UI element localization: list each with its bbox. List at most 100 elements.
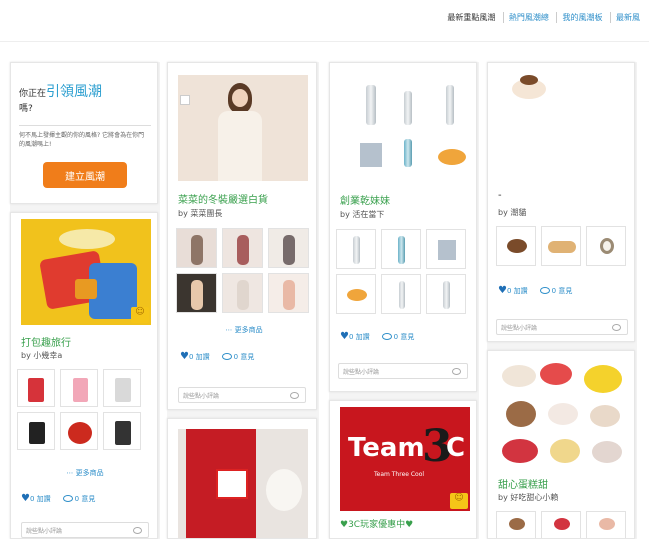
- cake-photo[interactable]: [498, 69, 628, 179]
- heart-icon[interactable]: ♥: [498, 285, 507, 296]
- product-thumb-outfit-4[interactable]: [176, 273, 217, 313]
- card-author[interactable]: by 潮貓: [498, 207, 526, 218]
- product-thumb-outfit-6[interactable]: [268, 273, 309, 313]
- fashion-model-photo[interactable]: [178, 75, 308, 181]
- product-thumbnails: [176, 228, 309, 313]
- product-thumbnails: [496, 511, 626, 538]
- like-count[interactable]: 0 加讚: [507, 287, 528, 295]
- heart-icon[interactable]: ♥: [340, 331, 349, 342]
- nav-my-trend-board[interactable]: 我的風潮板: [556, 12, 607, 23]
- divider: [19, 125, 151, 126]
- more-products-link[interactable]: ⋯ 更多商品: [210, 325, 278, 335]
- product-thumb-cake-1[interactable]: [496, 511, 536, 538]
- comment-input[interactable]: 說些點小評論: [178, 387, 306, 403]
- comment-submit-icon[interactable]: [612, 324, 621, 331]
- comment-count[interactable]: 0 意見: [552, 287, 573, 295]
- heart-icon[interactable]: ♥: [21, 493, 30, 504]
- nav-links: 最新重點風潮 熱門風潮總 我的風潮板 最新風: [442, 12, 645, 23]
- promo-highlight: 引領風潮: [46, 84, 103, 100]
- promo-question: 你正在引領風潮 嗎?: [19, 84, 103, 114]
- like-count[interactable]: 0 加讚: [189, 353, 210, 361]
- product-thumb-box[interactable]: [426, 229, 466, 269]
- card-title[interactable]: ♥3C玩家優惠中♥: [340, 517, 413, 530]
- product-thumb-cake-2[interactable]: [541, 511, 581, 538]
- comment-input[interactable]: 說些點小評論: [496, 319, 628, 335]
- product-thumb-pink-suitcase[interactable]: [60, 369, 98, 407]
- product-thumb-red-suitcase[interactable]: [17, 369, 55, 407]
- product-thumb-white-suitcase[interactable]: [103, 369, 141, 407]
- team-3c-logo-image[interactable]: Team 3 C Team Three Cool ☺: [340, 407, 470, 511]
- heart-icon[interactable]: ♥: [180, 351, 189, 362]
- column-3: 創業乾妹妹 by 活在當下 ♥0 加讚 0 意見 說些點小評論 Team 3 C …: [329, 62, 479, 539]
- nav-newest[interactable]: 最新風: [610, 12, 645, 23]
- trend-card-accessories[interactable]: - by 潮貓 ♥0 加讚 0 意見 說些點小評論: [487, 62, 635, 342]
- product-thumb-serum[interactable]: [336, 229, 376, 269]
- product-thumb-dark-suitcase[interactable]: [103, 412, 141, 450]
- comment-input[interactable]: 說些點小評論: [338, 363, 468, 379]
- column-2: 菜菜的冬裝嚴選白貨 by 菜菜團長 ⋯ 更多商品 ♥0 加讚 0 意見 說些點小評…: [167, 62, 319, 539]
- card-stats: ♥0 加讚 0 意見: [21, 493, 95, 504]
- comment-count[interactable]: 0 意見: [234, 353, 255, 361]
- product-thumb-outfit-2[interactable]: [222, 228, 263, 268]
- card-title[interactable]: -: [498, 190, 502, 201]
- product-thumb-outfit-5[interactable]: [222, 273, 263, 313]
- comment-count[interactable]: 0 意見: [394, 333, 415, 341]
- more-products-link[interactable]: ⋯ 更多商品: [51, 468, 119, 478]
- comment-submit-icon[interactable]: [290, 392, 299, 399]
- product-thumb-cake-3[interactable]: [586, 511, 626, 538]
- trend-card-fashion[interactable]: 菜菜的冬裝嚴選白貨 by 菜菜團長 ⋯ 更多商品 ♥0 加讚 0 意見 說些點小評…: [167, 62, 317, 410]
- nav-latest-trends[interactable]: 最新重點風潮: [442, 12, 500, 23]
- product-thumb-cream[interactable]: [336, 274, 376, 314]
- trend-card-cakes[interactable]: 甜心蛋糕甜 by 好吃甜心小賴: [487, 350, 635, 539]
- product-thumb-outfit-3[interactable]: [268, 228, 309, 268]
- top-navigation: 最新重點風潮 熱門風潮總 我的風潮板 最新風: [0, 0, 649, 42]
- card-author[interactable]: by 小幾幸a: [21, 350, 62, 361]
- product-thumb-ladybug-case[interactable]: [60, 412, 98, 450]
- product-thumb-outfit-1[interactable]: [176, 228, 217, 268]
- product-thumb-black-suitcase[interactable]: [17, 412, 55, 450]
- smiley-badge-icon: ☺: [450, 493, 468, 509]
- card-stats: ♥0 加讚 0 意見: [498, 285, 572, 296]
- product-thumbnails: [496, 226, 626, 266]
- product-thumb-cake[interactable]: [496, 226, 536, 266]
- gift-photo[interactable]: [178, 429, 308, 538]
- trend-card-3c[interactable]: Team 3 C Team Three Cool ☺ ♥3C玩家優惠中♥: [329, 400, 477, 539]
- card-author[interactable]: by 菜菜團長: [178, 208, 222, 219]
- comment-bubble-icon: [539, 287, 550, 294]
- product-thumbnails: [17, 369, 141, 450]
- create-trend-button[interactable]: 建立風潮: [43, 162, 127, 188]
- like-count[interactable]: 0 加讚: [30, 495, 51, 503]
- comment-submit-icon[interactable]: [133, 527, 142, 534]
- travel-photo[interactable]: ☺: [21, 219, 151, 325]
- card-author[interactable]: by 好吃甜心小賴: [498, 492, 558, 503]
- promo-card: 你正在引領風潮 嗎? 何不馬上發揮主觀的你的風格? 它將會為在你門的風潮嗎上! …: [10, 62, 158, 204]
- trend-card-travel[interactable]: ☺ 打包趣旅行 by 小幾幸a ⋯ 更多商品 ♥0 加讚 0 意見 說些點小評論: [10, 212, 158, 539]
- logo-team-text: Team: [348, 433, 425, 463]
- column-1: 你正在引領風潮 嗎? 何不馬上發揮主觀的你的風格? 它將會為在你門的風潮嗎上! …: [10, 62, 160, 539]
- trend-card-skincare[interactable]: 創業乾妹妹 by 活在當下 ♥0 加讚 0 意見 說些點小評論: [329, 62, 477, 392]
- product-thumb-roll-cake[interactable]: [541, 226, 581, 266]
- cakes-collage-photo[interactable]: [496, 359, 630, 469]
- nav-hot-trends[interactable]: 熱門風潮總: [502, 12, 554, 23]
- card-title[interactable]: 甜心蛋糕甜: [498, 476, 548, 491]
- comment-bubble-icon: [381, 333, 392, 340]
- product-thumb-watch[interactable]: [586, 226, 626, 266]
- card-title[interactable]: 創業乾妹妹: [340, 192, 390, 207]
- smiley-badge-icon: ☺: [131, 307, 149, 323]
- product-thumb-bottle[interactable]: [381, 274, 421, 314]
- card-stats: ♥0 加讚 0 意見: [340, 331, 414, 342]
- product-thumb-lotion[interactable]: [426, 274, 466, 314]
- like-count[interactable]: 0 加讚: [349, 333, 370, 341]
- card-title[interactable]: 菜菜的冬裝嚴選白貨: [178, 191, 268, 206]
- comment-count[interactable]: 0 意見: [75, 495, 96, 503]
- comment-input[interactable]: 說些點小評論: [21, 522, 149, 538]
- card-stats: ♥0 加讚 0 意見: [180, 351, 254, 362]
- comment-submit-icon[interactable]: [452, 368, 461, 375]
- card-title[interactable]: 打包趣旅行: [21, 334, 71, 349]
- comment-bubble-icon: [62, 495, 73, 502]
- product-thumb-blue-tube[interactable]: [381, 229, 421, 269]
- card-author[interactable]: by 活在當下: [340, 209, 384, 220]
- comment-bubble-icon: [221, 353, 232, 360]
- skincare-products-photo[interactable]: [340, 73, 470, 183]
- trend-card-gift[interactable]: [167, 418, 317, 539]
